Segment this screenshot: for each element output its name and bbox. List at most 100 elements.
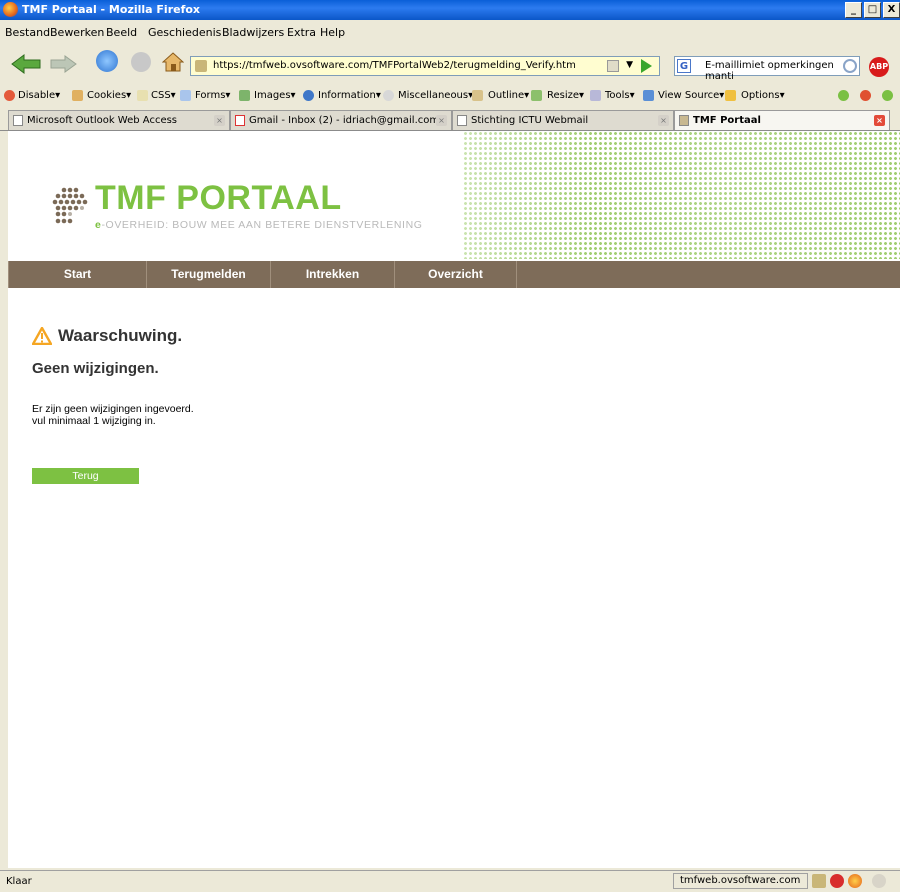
forms-icon xyxy=(180,90,191,101)
nav-intrekken[interactable]: Intrekken xyxy=(271,261,395,288)
address-bar[interactable]: https://tmfweb.ovsoftware.com/TMFPortalW… xyxy=(190,56,660,76)
dev-view-source[interactable]: View Source▾ xyxy=(658,90,724,101)
menu-bestand[interactable]: Bestand xyxy=(5,26,50,39)
address-url: https://tmfweb.ovsoftware.com/TMFPortalW… xyxy=(213,60,576,71)
menu-bar: Bestand Bewerken Beeld Geschiedenis Blad… xyxy=(0,22,900,42)
tab-label: Gmail - Inbox (2) - idriach@gmail.com xyxy=(249,115,440,126)
site-info-icon[interactable] xyxy=(607,60,619,72)
dev-images[interactable]: Images▾ xyxy=(254,90,296,101)
close-tab-icon[interactable]: × xyxy=(874,115,885,126)
forward-arrow-icon[interactable] xyxy=(48,54,78,74)
menu-beeld[interactable]: Beeld xyxy=(106,26,137,39)
tab-label: TMF Portaal xyxy=(693,115,761,126)
dev-information[interactable]: Information▾ xyxy=(318,90,381,101)
google-icon[interactable]: G xyxy=(677,59,691,73)
disable-icon xyxy=(4,90,15,101)
back-arrow-icon[interactable] xyxy=(10,53,44,75)
css-icon xyxy=(137,90,148,101)
close-window-button[interactable]: X xyxy=(883,2,900,18)
tab-gmail[interactable]: Gmail - Inbox (2) - idriach@gmail.com × xyxy=(230,110,452,130)
message-line-1: Er zijn geen wijzigingen ingevoerd. xyxy=(32,403,194,415)
window-left-edge xyxy=(0,131,8,868)
menu-help[interactable]: Help xyxy=(320,26,345,39)
minimize-button[interactable]: _ xyxy=(845,2,862,18)
menu-extra[interactable]: Extra xyxy=(287,26,316,39)
dev-disable[interactable]: Disable▾ xyxy=(18,90,60,101)
search-input[interactable]: G E-maillimiet opmerkingen manti xyxy=(674,56,860,82)
dev-cookies[interactable]: Cookies▾ xyxy=(87,90,131,101)
dev-outline[interactable]: Outline▾ xyxy=(488,90,529,101)
dev-css[interactable]: CSS▾ xyxy=(151,90,176,101)
go-arrow-icon[interactable] xyxy=(641,59,652,73)
status-bar: Klaar tmfweb.ovsoftware.com xyxy=(0,870,900,892)
validate-icon[interactable] xyxy=(882,90,893,101)
firefox-icon xyxy=(3,2,18,17)
search-value: E-maillimiet opmerkingen manti xyxy=(705,60,834,82)
firebug-icon[interactable] xyxy=(848,874,862,888)
navigation-toolbar: https://tmfweb.ovsoftware.com/TMFPortalW… xyxy=(0,44,900,84)
site-identity-icon[interactable] xyxy=(195,60,207,72)
maximize-button[interactable]: □ xyxy=(864,2,881,18)
page-content: TMF PORTAAL e-OVERHEID: BOUW MEE AAN BET… xyxy=(8,131,900,868)
lock-icon[interactable] xyxy=(812,874,826,888)
error-icon[interactable] xyxy=(860,90,871,101)
close-tab-icon[interactable]: × xyxy=(436,115,447,126)
warning-title: Waarschuwing. xyxy=(58,326,183,345)
warning-subtitle: Geen wijzigingen. xyxy=(32,360,159,377)
back-button[interactable]: Terug xyxy=(32,468,139,484)
logo-dots-icon xyxy=(52,187,88,224)
outline-icon xyxy=(472,90,483,101)
dev-forms[interactable]: Forms▾ xyxy=(195,90,230,101)
warning-message: Er zijn geen wijzigingen ingevoerd. vul … xyxy=(32,403,194,427)
warning-icon xyxy=(32,327,52,345)
search-icon[interactable] xyxy=(843,59,857,73)
menu-bewerken[interactable]: Bewerken xyxy=(50,26,104,39)
tab-label: Stichting ICTU Webmail xyxy=(471,115,589,126)
nav-start[interactable]: Start xyxy=(8,261,147,288)
nav-terugmelden[interactable]: Terugmelden xyxy=(147,261,271,288)
status-text: Klaar xyxy=(6,876,32,887)
dev-miscellaneous[interactable]: Miscellaneous▾ xyxy=(398,90,473,101)
tab-ictu-webmail[interactable]: Stichting ICTU Webmail × xyxy=(452,110,674,130)
tab-outlook[interactable]: Microsoft Outlook Web Access × xyxy=(8,110,230,130)
checkmark-icon[interactable] xyxy=(838,90,849,101)
home-icon[interactable] xyxy=(162,51,184,73)
close-tab-icon[interactable]: × xyxy=(658,115,669,126)
page-icon xyxy=(457,115,467,126)
adblock-status-icon[interactable] xyxy=(830,874,844,888)
gmail-icon xyxy=(235,115,245,126)
adblock-icon[interactable]: ABP xyxy=(869,57,889,77)
window-titlebar: TMF Portaal - Mozilla Firefox _ □ X xyxy=(0,0,900,20)
site-banner: TMF PORTAAL e-OVERHEID: BOUW MEE AAN BET… xyxy=(8,131,900,259)
logo-title: TMF PORTAAL xyxy=(95,179,342,217)
resize-icon xyxy=(531,90,542,101)
reload-icon[interactable] xyxy=(96,50,118,72)
webdeveloper-toolbar: Disable▾ Cookies▾ CSS▾ Forms▾ Images▾ In… xyxy=(0,86,900,106)
page-icon xyxy=(13,115,23,126)
information-icon xyxy=(303,90,314,101)
window-controls: _ □ X xyxy=(843,2,900,18)
tab-bar: Microsoft Outlook Web Access × Gmail - I… xyxy=(0,108,900,131)
close-tab-icon[interactable]: × xyxy=(214,115,225,126)
stop-icon[interactable] xyxy=(131,52,151,72)
chevron-down-icon[interactable]: ▼ xyxy=(626,60,633,70)
cookies-icon xyxy=(72,90,83,101)
miscellaneous-icon xyxy=(383,90,394,101)
tools-icon xyxy=(590,90,601,101)
dev-tools[interactable]: Tools▾ xyxy=(605,90,635,101)
menu-geschiedenis[interactable]: Geschiedenis xyxy=(148,26,221,39)
main-nav: Start Terugmelden Intrekken Overzicht xyxy=(8,261,900,288)
status-host: tmfweb.ovsoftware.com xyxy=(673,873,808,889)
banner-pattern-fade xyxy=(463,131,900,259)
nav-overzicht[interactable]: Overzicht xyxy=(395,261,517,288)
tab-tmf-portaal[interactable]: TMF Portaal × xyxy=(674,110,890,130)
window-title: TMF Portaal - Mozilla Firefox xyxy=(22,3,201,16)
view-source-icon xyxy=(643,90,654,101)
logo-tagline: e-OVERHEID: BOUW MEE AAN BETERE DIENSTVE… xyxy=(95,219,423,231)
extension-icon[interactable] xyxy=(872,874,886,888)
dev-options[interactable]: Options▾ xyxy=(741,90,785,101)
menu-bladwijzers[interactable]: Bladwijzers xyxy=(222,26,284,39)
tab-label: Microsoft Outlook Web Access xyxy=(27,115,178,126)
message-line-2: vul minimaal 1 wijziging in. xyxy=(32,415,156,427)
dev-resize[interactable]: Resize▾ xyxy=(547,90,584,101)
